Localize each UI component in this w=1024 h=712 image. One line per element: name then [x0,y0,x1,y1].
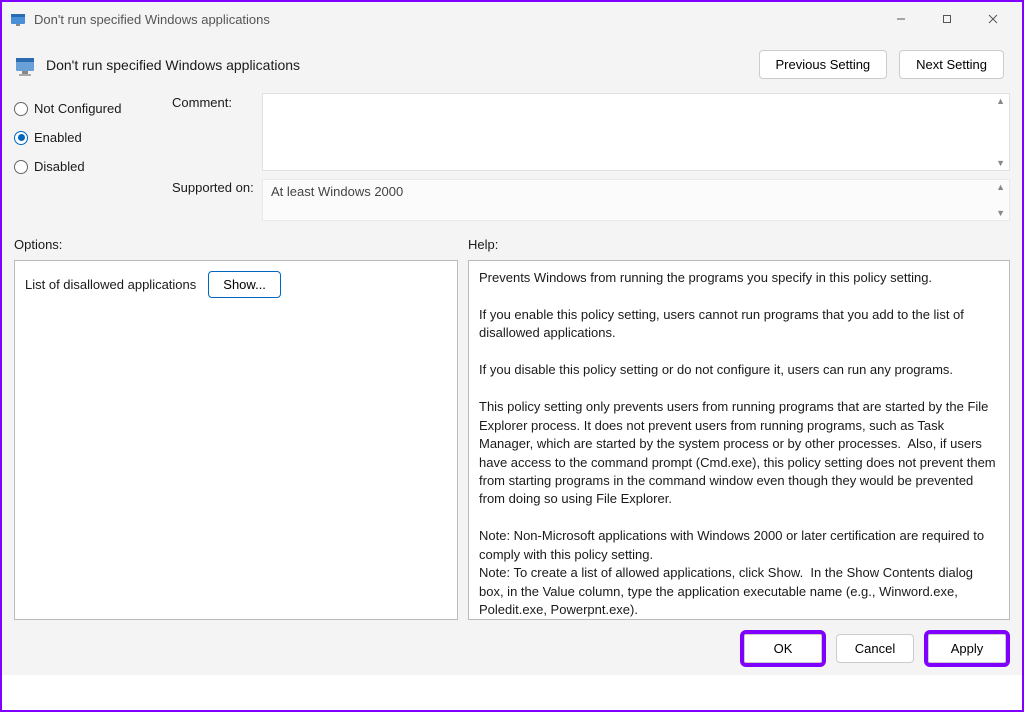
scroll-up-icon[interactable]: ▲ [996,182,1005,192]
show-button[interactable]: Show... [208,271,281,298]
options-row: List of disallowed applications Show... [25,271,447,298]
radio-icon [14,160,28,174]
close-button[interactable] [970,4,1016,34]
field-values: ▲ ▼ At least Windows 2000 ▲ ▼ [262,93,1010,221]
scroll-up-icon[interactable]: ▲ [996,96,1005,106]
page-title: Don't run specified Windows applications [46,57,589,73]
comment-field[interactable]: ▲ ▼ [262,93,1010,171]
radio-label: Disabled [34,159,85,174]
radio-not-configured[interactable]: Not Configured [14,101,172,116]
app-icon [10,11,26,27]
help-text: Prevents Windows from running the progra… [479,269,999,620]
supported-label: Supported on: [172,180,262,195]
help-pane[interactable]: Prevents Windows from running the progra… [468,260,1010,620]
comment-label: Comment: [172,93,262,110]
panes: List of disallowed applications Show... … [2,258,1022,622]
policy-icon [14,53,38,77]
next-setting-button[interactable]: Next Setting [899,50,1004,79]
supported-value: At least Windows 2000 [271,184,403,199]
radio-label: Enabled [34,130,82,145]
header-row: Don't run specified Windows applications… [2,36,1022,87]
options-pane: List of disallowed applications Show... [14,260,458,620]
window-controls [878,4,1016,34]
state-radios: Not Configured Enabled Disabled [14,93,172,221]
pane-labels: Options: Help: [2,231,1022,258]
bottom-bar: OK Cancel Apply [2,622,1022,675]
scroll-down-icon[interactable]: ▼ [996,208,1005,218]
help-label: Help: [468,237,498,252]
radio-icon [14,131,28,145]
cancel-button[interactable]: Cancel [836,634,914,663]
config-section: Not Configured Enabled Disabled Comment:… [2,87,1022,231]
radio-enabled[interactable]: Enabled [14,130,172,145]
radio-label: Not Configured [34,101,121,116]
titlebar: Don't run specified Windows applications [2,2,1022,36]
radio-icon [14,102,28,116]
options-label: Options: [14,237,468,252]
radio-disabled[interactable]: Disabled [14,159,172,174]
field-labels: Comment: Supported on: [172,93,262,221]
ok-button[interactable]: OK [744,634,822,663]
options-line: List of disallowed applications [25,277,196,292]
maximize-button[interactable] [924,4,970,34]
previous-setting-button[interactable]: Previous Setting [759,50,888,79]
minimize-button[interactable] [878,4,924,34]
scroll-down-icon[interactable]: ▼ [996,158,1005,168]
supported-field: At least Windows 2000 ▲ ▼ [262,179,1010,221]
apply-button[interactable]: Apply [928,634,1006,663]
window-title: Don't run specified Windows applications [34,12,878,27]
